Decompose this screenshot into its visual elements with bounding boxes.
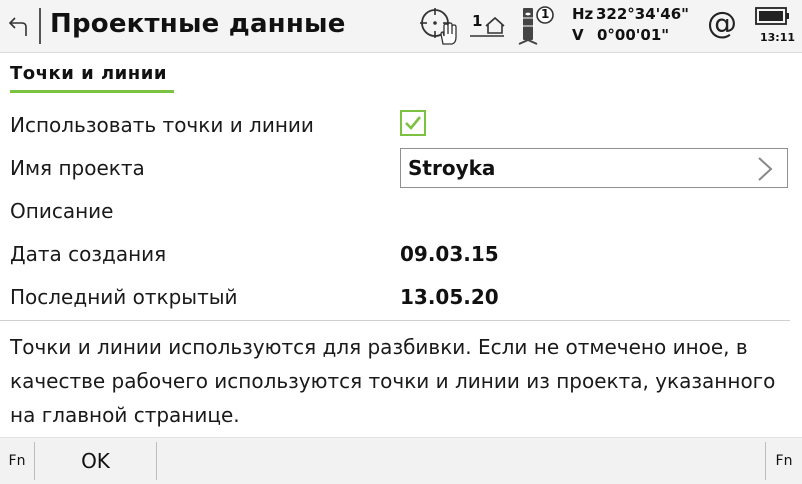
section-tab-underline — [10, 90, 174, 93]
battery-icon — [755, 7, 789, 25]
content-divider — [0, 320, 790, 321]
use-points-label: Использовать точки и линии — [10, 113, 314, 137]
created-date-value: 09.03.15 — [400, 242, 499, 266]
last-opened-label: Последний открытый — [10, 285, 238, 309]
title-bar: Проектные данные 1 1 Hz 322°34'46" V 0°0… — [0, 0, 802, 53]
project-name-selector[interactable]: Stroyka — [400, 148, 788, 188]
project-name-label: Имя проекта — [10, 156, 145, 180]
hz-label: Hz — [572, 5, 594, 23]
ok-button[interactable]: OK — [35, 438, 156, 484]
back-button[interactable] — [6, 10, 34, 42]
softkey-bar: Fn OK Fn — [0, 437, 802, 484]
v-label: V — [572, 26, 584, 44]
prism-target-icon — [518, 6, 554, 45]
softkey-empty[interactable] — [157, 438, 764, 484]
angle-readout: Hz 322°34'46" V 0°00'01" — [572, 4, 689, 46]
clock: 13:11 — [760, 31, 796, 44]
project-name-value: Stroyka — [408, 156, 496, 180]
hand-icon — [440, 22, 457, 45]
hz-value: 322°34'46" — [596, 5, 689, 23]
created-date-label: Дата создания — [10, 242, 167, 266]
section-tab-points-lines[interactable]: Точки и линии — [10, 63, 167, 84]
page-title: Проектные данные — [50, 9, 346, 39]
station-home-icon — [470, 16, 505, 37]
fn-left-button[interactable]: Fn — [0, 438, 34, 484]
checkmark-icon — [405, 116, 422, 130]
target-status[interactable]: 1 — [517, 4, 557, 50]
compensator-status[interactable] — [418, 6, 458, 50]
info-text: Точки и линии используются для разбивки.… — [10, 335, 776, 427]
v-value: 0°00'01" — [597, 26, 670, 44]
back-arrow-icon — [8, 17, 27, 36]
last-opened-value: 13.05.20 — [400, 285, 499, 309]
use-points-checkbox[interactable] — [400, 110, 426, 136]
fn-right-button[interactable]: Fn — [766, 438, 802, 484]
target-number: 1 — [541, 7, 550, 21]
header-divider — [39, 8, 41, 44]
chevron-right-icon — [758, 157, 773, 181]
at-sign-icon[interactable]: @ — [707, 6, 737, 41]
description-label: Описание — [10, 199, 114, 223]
